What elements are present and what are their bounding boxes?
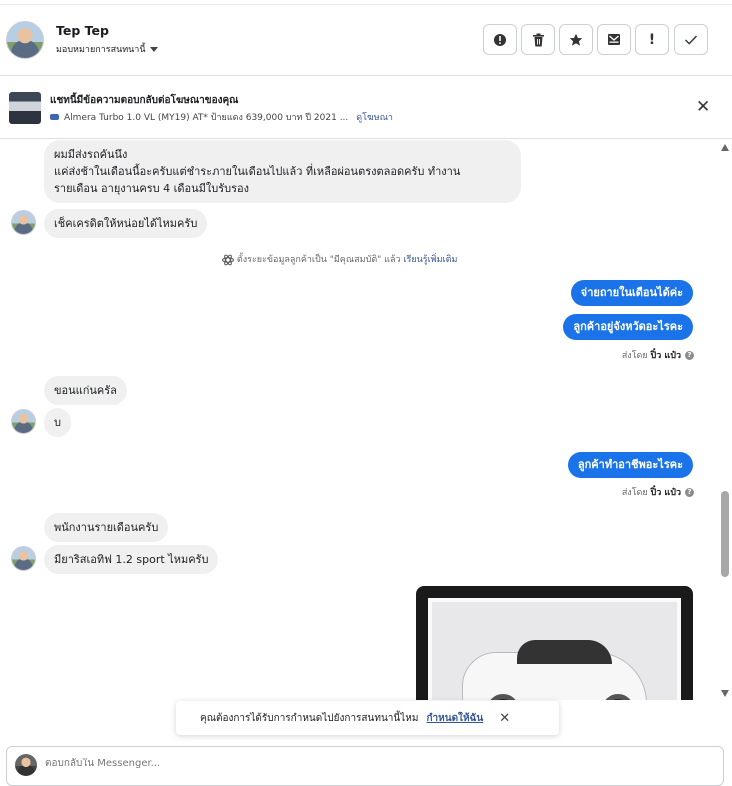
incoming-message: เช็คเครดิตให้หน่อยได้ไหมครับ <box>44 209 208 238</box>
sent-by-prefix: ส่งโดย <box>621 351 648 361</box>
ad-description: Almera Turbo 1.0 VL (MY19) AT* ป้ายแดง 6… <box>64 113 349 123</box>
ad-banner-subtitle: Almera Turbo 1.0 VL (MY19) AT* ป้ายแดง 6… <box>50 110 393 124</box>
check-icon <box>685 35 698 45</box>
star-button[interactable] <box>559 24 593 55</box>
system-notice: ตั้งระยะข้อมูลลูกค้าเป็น "มีคุณสมบัติ" แ… <box>222 252 457 266</box>
scroll-down-arrow-icon[interactable] <box>721 690 729 697</box>
outgoing-message: ลูกค้าทำอาชีพอะไรคะ <box>567 452 693 478</box>
sent-by-label: ส่งโดย ปิ๋ว แป๋ว? <box>622 348 694 362</box>
help-icon[interactable]: ? <box>685 351 694 360</box>
ad-banner-title: แชทนี้มีข้อความตอบกลับต่อโฆษณาของคุณ <box>50 95 239 106</box>
car-photo-attachment[interactable] <box>416 586 693 700</box>
incoming-message: ขอนแก่นครัล <box>44 376 127 405</box>
help-icon[interactable]: ? <box>685 488 694 497</box>
sender-name: ปิ๋ว แป๋ว <box>650 351 681 361</box>
scroll-up-arrow-icon[interactable] <box>721 144 729 151</box>
mark-spam-button[interactable] <box>483 24 517 55</box>
message-line: แค่ส่งช้าในเดือนนี้อะครับแต่ชำระภายในเดื… <box>54 165 461 178</box>
delete-button[interactable] <box>521 24 555 55</box>
message-line: ผมมีส่งรถคันนึง <box>54 148 128 161</box>
view-ad-link[interactable]: ดูโฆษณา <box>356 113 393 123</box>
exclamation-icon: ! <box>648 31 656 48</box>
sent-by-label: ส่งโดย ปิ๋ว แป๋ว? <box>622 485 694 499</box>
contact-avatar[interactable] <box>6 21 44 59</box>
system-notice-text: ตั้งระยะข้อมูลลูกค้าเป็น "มีคุณสมบัติ" แ… <box>236 255 401 265</box>
assign-toast: คุณต้องการได้รับการกำหนดไปยังการสนทนานี้… <box>176 701 559 735</box>
contact-avatar-small[interactable] <box>11 546 36 571</box>
incoming-message: ผมมีส่งรถคันนึง แค่ส่งช้าในเดือนนี้อะครั… <box>44 140 521 203</box>
contact-name[interactable]: Tep Tep <box>56 23 109 38</box>
sent-by-prefix: ส่งโดย <box>621 488 648 498</box>
mark-done-button[interactable] <box>674 24 708 55</box>
mail-icon <box>608 34 620 45</box>
incoming-message: พนักงานรายเดือนครับ <box>44 513 169 542</box>
outgoing-message: ลูกค้าอยู่จังหวัดอะไรคะ <box>563 314 693 340</box>
message-composer <box>6 746 724 786</box>
close-icon[interactable]: ✕ <box>696 97 710 117</box>
assign-conversation-dropdown[interactable]: มอบหมายการสนทนานี้ <box>56 42 158 56</box>
incoming-message: มียาริสเอทิฟ 1.2 sport ไหมครับ <box>44 545 219 574</box>
ad-thumbnail[interactable] <box>9 92 41 124</box>
car-photo <box>428 598 681 700</box>
assign-to-me-link[interactable]: กำหนดให้ฉัน <box>426 711 483 726</box>
contact-avatar-small[interactable] <box>11 409 36 434</box>
follow-up-button[interactable]: ! <box>635 24 669 55</box>
reply-input[interactable] <box>45 758 645 769</box>
learn-more-link[interactable]: เรียนรู้เพิ่มเติม <box>403 255 457 265</box>
trash-icon <box>532 33 544 46</box>
atom-icon <box>222 254 234 265</box>
close-icon[interactable]: ✕ <box>499 711 510 726</box>
incoming-message: บ <box>44 408 71 437</box>
alert-circle-icon <box>494 33 506 46</box>
car-window-shape <box>517 640 612 664</box>
assign-label: มอบหมายการสนทนานี้ <box>56 45 146 55</box>
contact-avatar-small[interactable] <box>11 210 36 235</box>
message-thread: ผมมีส่งรถคันนึง แค่ส่งช้าในเดือนนี้อะครั… <box>0 140 720 700</box>
star-icon <box>569 33 583 46</box>
ad-reply-banner: แชทนี้มีข้อความตอบกลับต่อโฆษณาของคุณ Alm… <box>0 77 732 139</box>
caret-down-icon <box>149 47 158 52</box>
mark-unread-button[interactable] <box>597 24 631 55</box>
outgoing-message: จ่ายถายในเดือนได้ค่ะ <box>570 280 693 306</box>
sender-name: ปิ๋ว แป๋ว <box>650 488 681 498</box>
car-icon <box>50 114 59 120</box>
message-line: รายเดือน อายุงานครบ 4 เดือนมีใบรับรอง <box>54 182 250 195</box>
page-avatar <box>15 754 37 776</box>
scrollbar-thumb[interactable] <box>721 491 729 577</box>
conversation-header: Tep Tep มอบหมายการสนทนานี้ ! <box>0 5 732 76</box>
toast-text: คุณต้องการได้รับการกำหนดไปยังการสนทนานี้… <box>200 712 419 724</box>
